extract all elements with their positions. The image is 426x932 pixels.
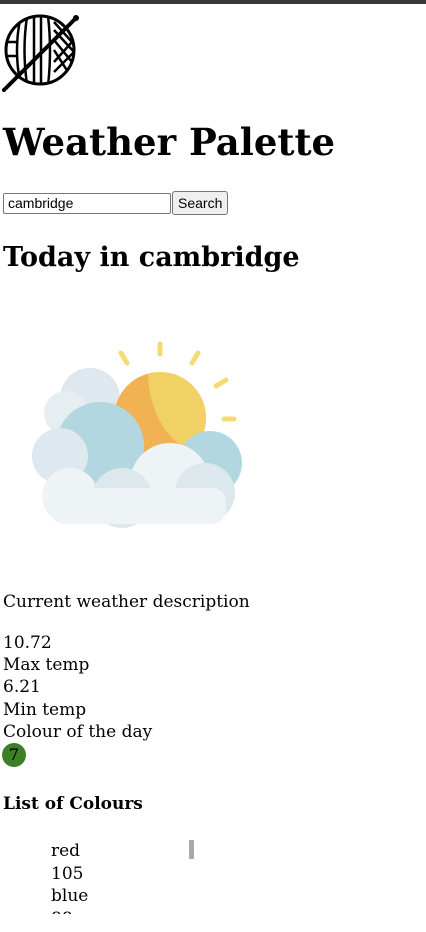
browser-top-bar bbox=[0, 0, 426, 4]
list-item: red bbox=[51, 841, 81, 861]
min-temp-label: Min temp bbox=[3, 700, 87, 720]
search-form: Search bbox=[3, 191, 229, 215]
list-item: 105 bbox=[51, 863, 84, 884]
colour-of-day-swatch: 7 bbox=[2, 743, 26, 767]
colour-of-day-label: Colour of the day bbox=[3, 722, 153, 742]
colours-list[interactable]: red 105 blue 88 bbox=[51, 840, 201, 914]
max-temp-label: Max temp bbox=[3, 655, 90, 675]
search-button[interactable]: Search bbox=[172, 191, 229, 215]
colours-list-heading: List of Colours bbox=[3, 794, 143, 814]
list-item: blue bbox=[51, 886, 89, 906]
min-temp-value: 6.21 bbox=[3, 677, 41, 697]
partly-cloudy-sun-icon bbox=[32, 341, 242, 528]
yarn-ball-icon bbox=[2, 14, 79, 92]
colours-list-scrollbar[interactable] bbox=[189, 840, 194, 859]
today-heading: Today in cambridge bbox=[3, 242, 300, 273]
max-temp-value: 10.72 bbox=[3, 633, 52, 653]
search-input[interactable] bbox=[3, 192, 171, 214]
page-title: Weather Palette bbox=[3, 120, 336, 164]
list-item: 88 bbox=[51, 908, 201, 915]
weather-description-label: Current weather description bbox=[3, 592, 250, 612]
